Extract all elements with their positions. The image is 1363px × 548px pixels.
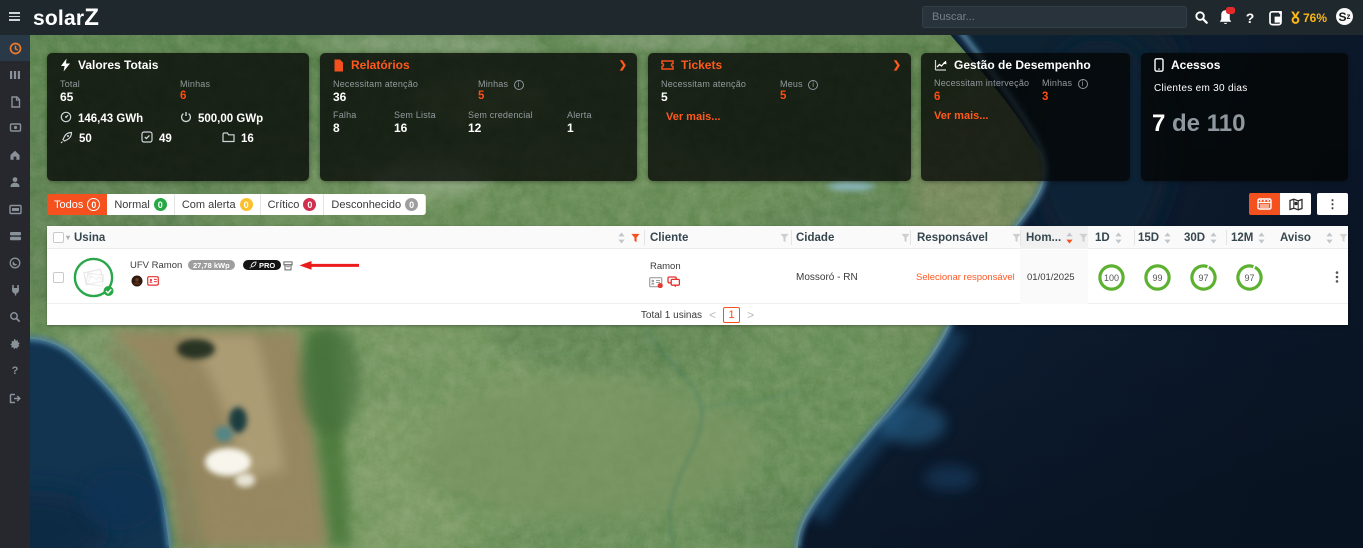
svg-text:97: 97 [1244,273,1254,283]
svg-text:99: 99 [1152,273,1162,283]
svg-text:97: 97 [1198,273,1208,283]
svg-text:100: 100 [1104,273,1119,283]
